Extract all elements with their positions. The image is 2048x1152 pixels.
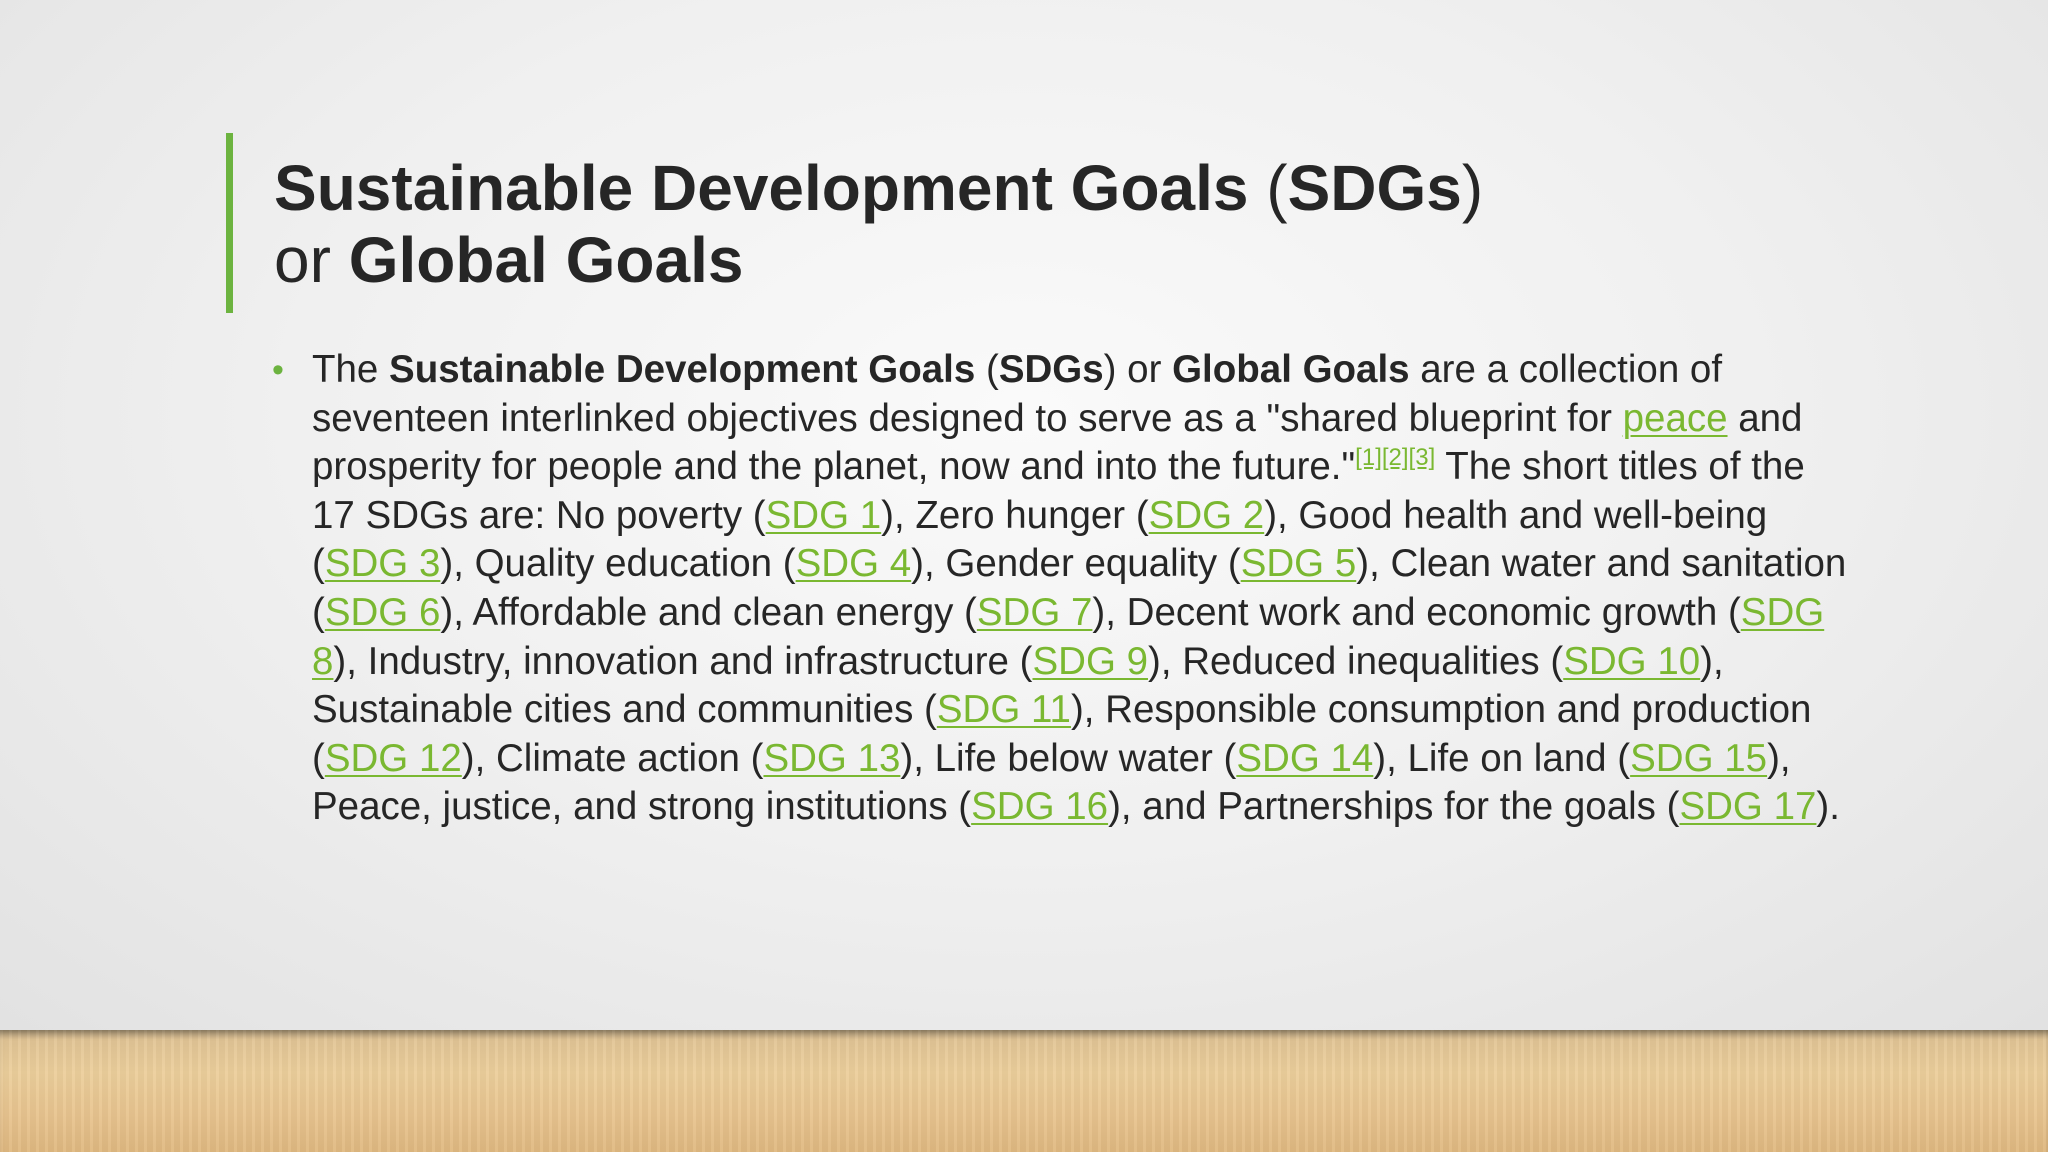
link-sdg-5[interactable]: SDG 5	[1241, 542, 1357, 585]
link-sdg-11[interactable]: SDG 11	[937, 688, 1071, 731]
link-sdg-7[interactable]: SDG 7	[977, 591, 1093, 634]
link-sdg-4[interactable]: SDG 4	[796, 542, 912, 585]
slide-title: Sustainable Development Goals (SDGs) or G…	[274, 152, 1954, 296]
body-text: ), Reduced inequalities (	[1148, 639, 1564, 683]
citation-link-3[interactable]: [3]	[1409, 444, 1436, 471]
bullet-item: • The Sustainable Development Goals (SDGs…	[272, 346, 1852, 832]
link-peace[interactable]: peace	[1623, 397, 1728, 440]
title-bold-global-goals: Global Goals	[348, 224, 744, 296]
link-sdg-17[interactable]: SDG 17	[1679, 785, 1816, 828]
link-sdg-3[interactable]: SDG 3	[325, 542, 441, 585]
slide-canvas: Sustainable Development Goals (SDGs) or G…	[0, 0, 2048, 1030]
title-paren-open: (	[1248, 152, 1288, 224]
body-text: ), Gender equality (	[911, 542, 1241, 586]
body-text: ) or	[1103, 348, 1173, 391]
bullet-marker: •	[272, 351, 284, 389]
link-sdg-16[interactable]: SDG 16	[971, 785, 1108, 828]
link-sdg-2[interactable]: SDG 2	[1149, 494, 1265, 537]
title-or: or	[274, 224, 349, 296]
body-text: ), Quality education (	[440, 542, 796, 586]
link-sdg-13[interactable]: SDG 13	[763, 737, 900, 780]
link-sdg-6[interactable]: SDG 6	[325, 591, 441, 634]
body-bold: Sustainable Development Goals	[389, 348, 976, 391]
title-bold-sdgs: SDGs	[1287, 152, 1462, 224]
body-text: ), Industry, innovation and infrastructu…	[333, 639, 1033, 683]
body-text: (	[975, 348, 999, 391]
link-sdg-15[interactable]: SDG 15	[1630, 737, 1767, 780]
link-sdg-14[interactable]: SDG 14	[1236, 737, 1373, 780]
body-text: ).	[1816, 785, 1840, 829]
body-bold: SDGs	[998, 348, 1104, 391]
link-sdg-9[interactable]: SDG 9	[1032, 640, 1148, 683]
body-text: The	[312, 348, 390, 391]
body-text: ), and Partnerships for the goals (	[1108, 785, 1680, 829]
slide-body: • The Sustainable Development Goals (SDGs…	[272, 346, 1852, 832]
link-sdg-10[interactable]: SDG 10	[1563, 640, 1700, 683]
citation-link-2[interactable]: [2]	[1382, 444, 1409, 471]
body-text: ), Life on land (	[1373, 736, 1631, 780]
title-accent-bar	[226, 133, 233, 313]
link-sdg-1[interactable]: SDG 1	[766, 494, 882, 537]
link-sdg-12[interactable]: SDG 12	[325, 737, 462, 780]
body-text: ), Decent work and economic growth (	[1092, 590, 1741, 634]
body-text: ), Climate action (	[461, 736, 764, 780]
body-text: ), Life below water (	[900, 736, 1237, 780]
body-text: ), Zero hunger (	[881, 493, 1149, 537]
citation-link-1[interactable]: [1]	[1355, 444, 1382, 471]
title-paren-close: )	[1461, 152, 1484, 224]
body-text: ), Affordable and clean energy (	[440, 590, 977, 634]
body-bold: Global Goals	[1172, 348, 1410, 391]
title-bold-sdg: Sustainable Development Goals	[274, 152, 1249, 224]
wood-floor-backdrop	[0, 1030, 2048, 1152]
